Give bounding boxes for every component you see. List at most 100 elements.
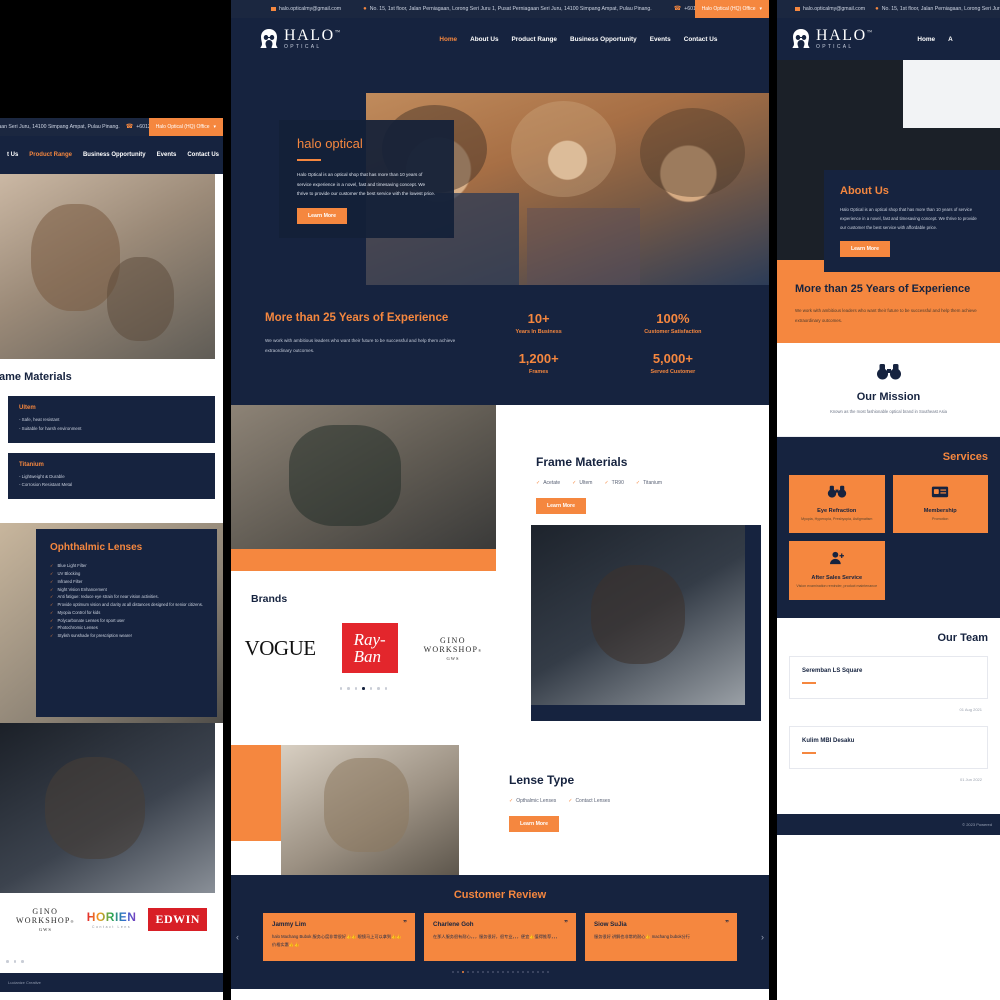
- carousel-dot[interactable]: [496, 971, 499, 973]
- carousel-dot[interactable]: [506, 971, 509, 973]
- nav-item-contact-us[interactable]: Contact Us: [684, 36, 718, 43]
- carousel-dot[interactable]: [476, 971, 479, 973]
- chevron-left-icon[interactable]: ‹: [236, 932, 239, 942]
- site-logo[interactable]: HALO™ OPTICAL: [791, 28, 873, 50]
- carousel-dot[interactable]: [546, 971, 549, 973]
- nav-links: Home About Us Product Range Business Opp…: [439, 36, 717, 43]
- nav-item-business-opportunity[interactable]: Business Opportunity: [83, 152, 146, 158]
- carousel-dot-active[interactable]: [362, 687, 365, 690]
- nav-item-contact-us[interactable]: Contact Us: [187, 152, 219, 158]
- carousel-dot[interactable]: [536, 971, 539, 973]
- carousel-dot[interactable]: [21, 960, 24, 963]
- review-card-row: ” Jammy Lim halo Machang Bubok 服务心度非常很好👍…: [263, 913, 737, 961]
- tick-item: ✓ Acetate: [536, 480, 560, 486]
- carousel-dot[interactable]: [531, 971, 534, 973]
- check-icon: ✓: [635, 480, 641, 486]
- phone-icon: ☎: [673, 6, 682, 12]
- main-navigation-bar: HALO™ OPTICAL Home About Us Product Rang…: [231, 18, 769, 60]
- team-card[interactable]: Kulim MBI Desaku: [789, 725, 988, 769]
- services-section: Services Eye Refraction Myopia, Hyperopi…: [777, 437, 1000, 618]
- office-selector-label: Halo Optical (HQ) Office: [155, 124, 210, 130]
- carousel-dot[interactable]: [486, 971, 489, 973]
- service-card-after-sales[interactable]: After Sales Service Vision examination r…: [789, 540, 885, 600]
- carousel-dot[interactable]: [481, 971, 484, 973]
- logo-name: HALO™: [284, 27, 342, 44]
- list-item: ✓ Photochromic Lenses: [50, 624, 203, 632]
- topbar-email: halo.opticalmy@gmail.com: [279, 6, 342, 12]
- lense-type-photo-2: [281, 745, 459, 875]
- tick-item: ✓ Ultem: [572, 480, 592, 486]
- nav-item-home[interactable]: Home: [917, 36, 935, 43]
- chevron-right-icon[interactable]: ›: [761, 932, 764, 942]
- office-selector[interactable]: Halo Optical (HQ) Office ▾: [694, 0, 769, 18]
- carousel-dot[interactable]: [511, 971, 514, 973]
- service-title: Eye Refraction: [817, 508, 857, 515]
- left-carousel-dots[interactable]: [0, 960, 223, 963]
- trademark-icon: ™: [866, 30, 874, 36]
- topbar-address-item: ● No. 15, 1st floor, Jalan Perniagaan, L…: [875, 6, 1000, 12]
- carousel-dot[interactable]: [339, 687, 343, 690]
- nav-item-business-opportunity[interactable]: Business Opportunity: [570, 36, 637, 43]
- topbar-email-item[interactable]: halo.opticalmy@gmail.com: [795, 6, 865, 12]
- carousel-dot-active[interactable]: [461, 971, 464, 973]
- carousel-dot[interactable]: [501, 971, 504, 973]
- carousel-dot[interactable]: [377, 687, 380, 690]
- nav-item-about-truncated[interactable]: A: [948, 36, 953, 43]
- review-text: halo Machang Bubok 服务心度非常很好👍👍 眼镜马上可以拿到👍👍…: [272, 934, 402, 947]
- frame-materials-learn-more-button[interactable]: Learn More: [536, 498, 586, 514]
- user-plus-icon: [829, 551, 844, 565]
- carousel-dot[interactable]: [384, 687, 388, 690]
- carousel-dot[interactable]: [347, 687, 350, 690]
- lense-type-learn-more-button[interactable]: Learn More: [509, 816, 559, 832]
- brands-carousel-dots[interactable]: [251, 687, 476, 690]
- nav-item-product-range[interactable]: Product Range: [512, 36, 557, 43]
- horien-logo-name: HORIEN: [86, 910, 137, 925]
- hero-learn-more-button[interactable]: Learn More: [297, 207, 347, 224]
- left-frame-materials-section: Frame Materials Ultem - Safe, heat resis…: [0, 359, 223, 524]
- stat-value: 1,200+: [518, 351, 559, 366]
- carousel-dot[interactable]: [369, 687, 373, 690]
- lense-type-tick-list: ✓ Opthalmic Lenses ✓ Contact Lenses: [509, 798, 610, 804]
- right-topbar: halo.opticalmy@gmail.com ● No. 15, 1st f…: [777, 0, 1000, 18]
- carousel-dot[interactable]: [13, 960, 16, 963]
- nav-item-events[interactable]: Events: [650, 36, 671, 43]
- nav-item-events[interactable]: Events: [157, 152, 177, 158]
- check-icon: ✓: [572, 480, 577, 486]
- site-logo[interactable]: HALO™ OPTICAL: [259, 28, 341, 50]
- nav-item-product-range[interactable]: Product Range: [29, 152, 72, 158]
- stats-description: We work with ambitious leaders who want …: [265, 337, 456, 354]
- carousel-dot[interactable]: [6, 960, 9, 963]
- nav-item-home[interactable]: Home: [439, 36, 457, 43]
- carousel-dot[interactable]: [516, 971, 519, 973]
- carousel-dot[interactable]: [491, 971, 494, 973]
- service-title: Membership: [923, 508, 957, 515]
- carousel-dot[interactable]: [526, 971, 529, 973]
- service-card-membership[interactable]: Membership Promotion: [892, 475, 988, 533]
- review-author: Siow SuJia: [594, 921, 627, 928]
- team-card[interactable]: Seremban LS Square: [789, 655, 988, 699]
- list-item: ✓ Night Vision Enhancement: [50, 586, 203, 594]
- tick-label: Acetate: [543, 480, 561, 486]
- office-selector[interactable]: Halo Optical (HQ) Office ▾: [148, 118, 223, 136]
- service-card-eye-refraction[interactable]: Eye Refraction Myopia, Hyperopia, Presby…: [789, 475, 885, 533]
- list-item: ✓ Polycarbonate Lenses for sport user: [50, 617, 203, 625]
- carousel-dot[interactable]: [521, 971, 524, 973]
- review-carousel-dots[interactable]: [249, 971, 751, 973]
- nav-item-about-us[interactable]: About Us: [470, 36, 498, 43]
- envelope-icon: [795, 7, 800, 11]
- carousel-dot[interactable]: [541, 971, 544, 973]
- nav-item-about-truncated[interactable]: t Us: [7, 152, 18, 158]
- carousel-dot[interactable]: [451, 971, 454, 973]
- carousel-dot[interactable]: [471, 971, 474, 973]
- lense-type-section: Lense Type ✓ Opthalmic Lenses ✓ Contact Le…: [231, 745, 769, 875]
- logo-subtitle: OPTICAL: [816, 44, 854, 50]
- carousel-dot[interactable]: [354, 687, 358, 690]
- topbar-email-item[interactable]: halo.opticalmy@gmail.com: [271, 6, 341, 12]
- topbar-address: No. 15, 1st floor, Jalan Perniagaan, Lor…: [369, 6, 652, 12]
- carousel-dot[interactable]: [466, 971, 469, 973]
- about-us-card: About Us Halo Optical is an optical shop…: [824, 170, 1000, 273]
- lense-type-content: Lense Type ✓ Opthalmic Lenses ✓ Contact Le…: [509, 773, 610, 832]
- carousel-dot[interactable]: [456, 971, 459, 973]
- stat-label: Frames: [529, 369, 549, 375]
- about-learn-more-button[interactable]: Learn More: [840, 241, 890, 258]
